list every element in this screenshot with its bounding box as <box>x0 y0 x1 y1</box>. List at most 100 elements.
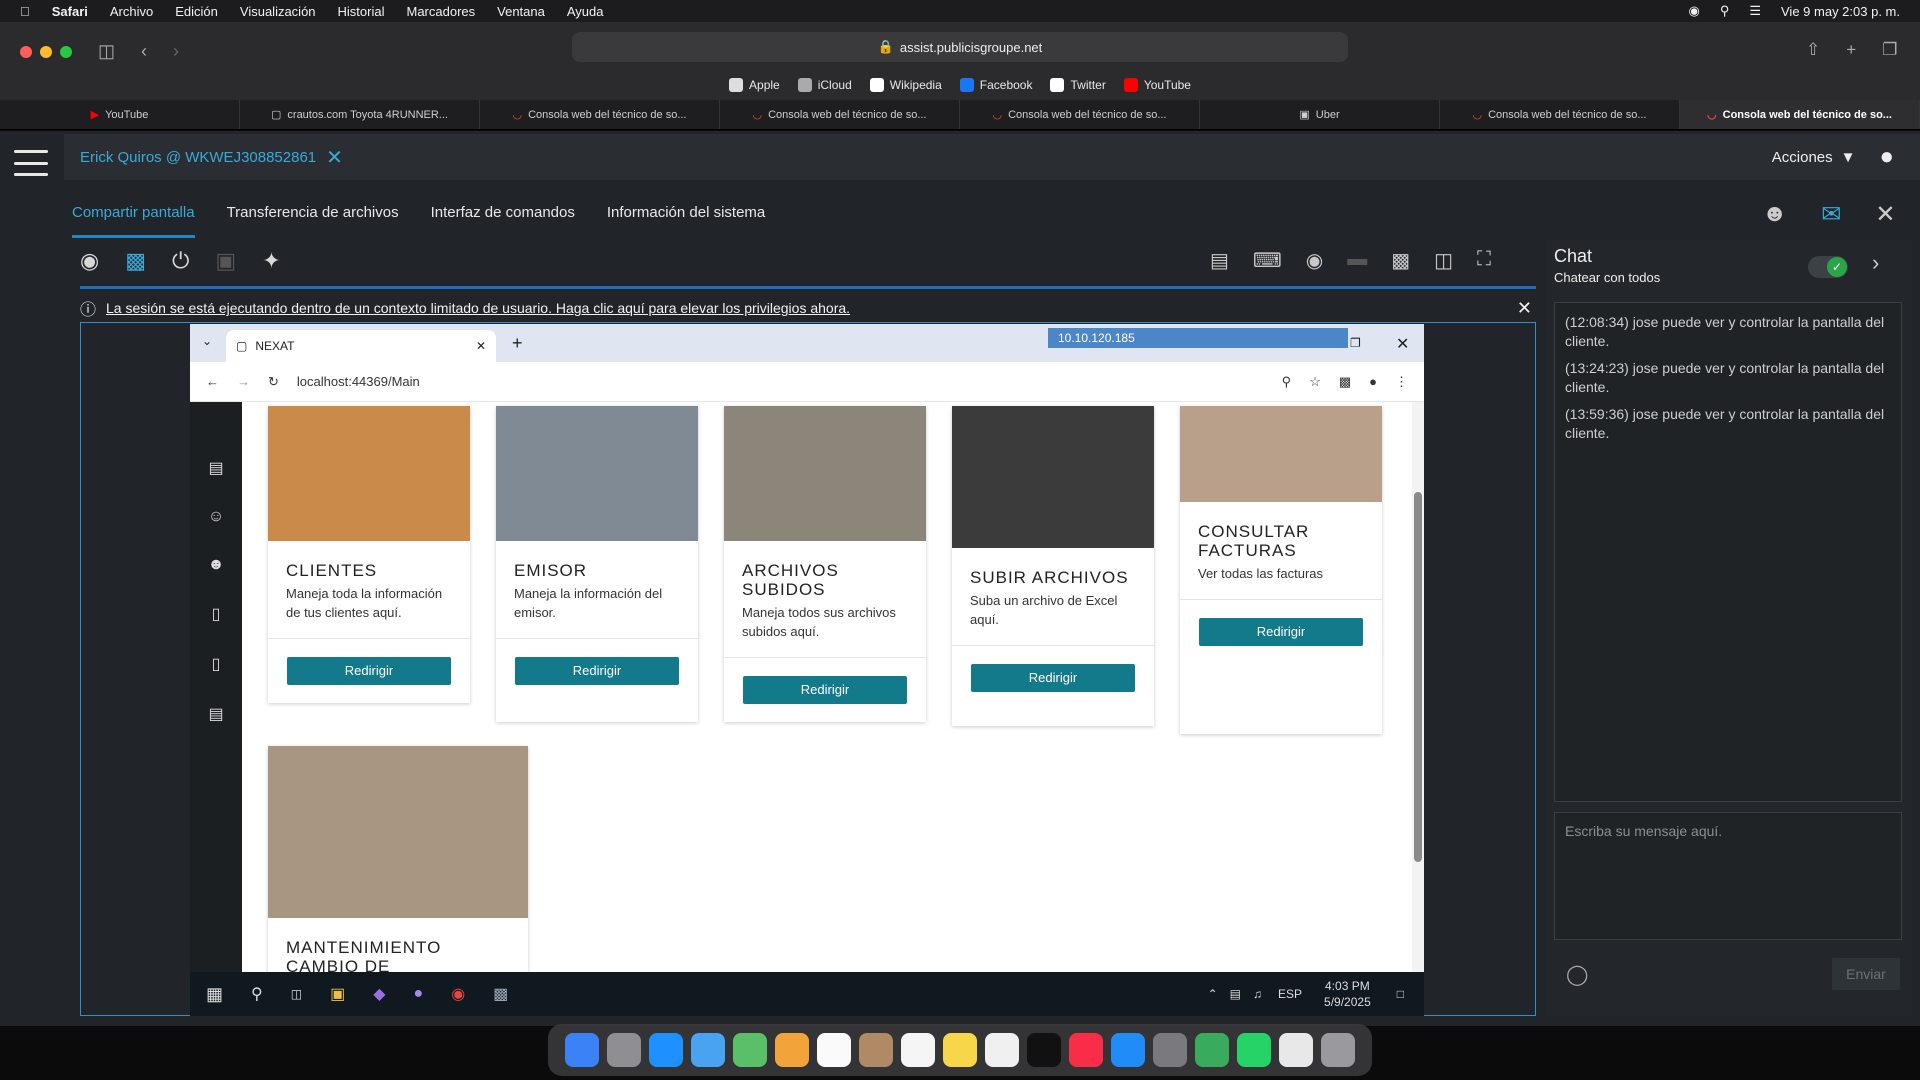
back-icon[interactable]: ‹ <box>141 41 147 62</box>
app-icon[interactable]: ▩ <box>493 984 508 1004</box>
user-account-icon[interactable]: ● <box>1880 143 1895 171</box>
adguard-icon[interactable] <box>1195 1033 1229 1067</box>
remote-url[interactable]: localhost:44369/Main <box>297 374 420 389</box>
favorite-apple[interactable]: Apple <box>729 78 780 92</box>
browser-tab[interactable]: ▶ YouTube <box>0 100 240 129</box>
file-upload-icon[interactable]: ▯ <box>212 654 221 674</box>
menu-archivo[interactable]: Archivo <box>110 4 153 19</box>
music-icon[interactable] <box>1069 1033 1103 1067</box>
session-title[interactable]: Erick Quiros @ WKWEJ308852861 <box>80 149 316 166</box>
windows-start-icon[interactable]: ▦ <box>206 984 223 1005</box>
forward-icon[interactable]: › <box>173 41 179 62</box>
more-menu-icon[interactable]: ⋮ <box>1395 374 1408 390</box>
notes-icon[interactable] <box>943 1033 977 1067</box>
menubar-clock[interactable]: Vie 9 may 2:03 p. m. <box>1781 4 1900 19</box>
close-panel-icon[interactable]: ✕ <box>1875 200 1895 229</box>
control-center-icon[interactable]: ☰ <box>1749 3 1761 19</box>
mail-icon[interactable] <box>691 1033 725 1067</box>
tab-compartir-pantalla[interactable]: Compartir pantalla <box>72 190 195 238</box>
dismiss-notice-icon[interactable]: ✕ <box>1517 298 1532 319</box>
power-icon[interactable]: ⏻ <box>172 248 189 274</box>
volume-icon[interactable]: ♫ <box>1253 987 1262 1001</box>
minimize-window-button[interactable] <box>40 46 52 58</box>
reload-icon[interactable]: ↻ <box>268 374 279 390</box>
maps-icon[interactable] <box>733 1033 767 1067</box>
menu-ayuda[interactable]: Ayuda <box>567 4 604 19</box>
launchpad-icon[interactable] <box>607 1033 641 1067</box>
calendar-icon[interactable] <box>817 1033 851 1067</box>
language-indicator[interactable]: ESP <box>1278 987 1302 1001</box>
remote-tab[interactable]: ▢ NEXAT ✕ <box>226 330 496 362</box>
participants-icon[interactable]: ☻ <box>1762 200 1787 229</box>
menu-historial[interactable]: Historial <box>338 4 385 19</box>
apple-icon[interactable]:  <box>20 4 30 19</box>
profile-avatar-icon[interactable]: ● <box>1369 374 1377 389</box>
menu-app-name[interactable]: Safari <box>52 4 88 19</box>
network-icon[interactable]: ▤ <box>1230 987 1241 1001</box>
close-tab-icon[interactable]: ✕ <box>476 339 486 353</box>
spotlight-icon[interactable]: ⚲ <box>1720 3 1730 19</box>
bookmark-star-icon[interactable]: ☆ <box>1309 374 1321 390</box>
tab-interfaz-comandos[interactable]: Interfaz de comandos <box>431 190 575 238</box>
tab-transferencia-archivos[interactable]: Transferencia de archivos <box>227 190 399 238</box>
notifications-icon[interactable]: □ <box>1397 987 1404 1001</box>
redirigir-button[interactable]: Redirigir <box>743 676 907 704</box>
menu-edicion[interactable]: Edición <box>175 4 218 19</box>
magic-wand-icon[interactable]: ✦ <box>262 248 280 274</box>
chat-toggle[interactable]: ✓ <box>1808 256 1848 278</box>
new-tab-icon[interactable]: + <box>512 333 523 354</box>
close-window-button[interactable] <box>20 46 32 58</box>
freeform-icon[interactable] <box>985 1033 1019 1067</box>
tab-informacion-sistema[interactable]: Información del sistema <box>607 190 765 238</box>
file-icon[interactable]: ▯ <box>212 604 221 624</box>
redirigir-button[interactable]: Redirigir <box>515 657 679 685</box>
browser-tab[interactable]: ▢ crautos.com Toyota 4RUNNER... <box>240 100 480 129</box>
mouse-control-icon[interactable]: ▩ <box>125 248 146 274</box>
reminders-icon[interactable] <box>901 1033 935 1067</box>
search-icon[interactable]: ⚲ <box>251 984 263 1004</box>
chrome-icon[interactable]: ◉ <box>451 984 465 1004</box>
file-explorer-icon[interactable]: ▣ <box>330 984 345 1004</box>
wifi-icon[interactable]: ◉ <box>1688 3 1699 19</box>
emoji-chat-icon[interactable]: ◯ <box>1566 962 1588 987</box>
share-icon[interactable]: ⇧ <box>1806 40 1820 60</box>
favorite-facebook[interactable]: Facebook <box>959 78 1032 92</box>
hamburger-menu-icon[interactable] <box>14 150 48 176</box>
browser-tab[interactable]: ◡ Consola web del técnico de so... <box>480 100 720 129</box>
elevate-icon[interactable]: ▣ <box>215 248 236 274</box>
visual-studio-icon[interactable]: ◆ <box>373 984 385 1004</box>
monitor-icon[interactable]: ▩ <box>1391 248 1410 273</box>
clipboard-icon[interactable]: ▤ <box>1210 248 1229 273</box>
sidebar-toggle-icon[interactable]: ◫ <box>98 41 115 62</box>
safari-icon[interactable] <box>649 1033 683 1067</box>
extensions-icon[interactable]: ▩ <box>1339 374 1351 390</box>
send-button[interactable]: Enviar <box>1832 958 1900 990</box>
scale-icon[interactable]: ◫ <box>1434 248 1453 273</box>
redirigir-button[interactable]: Redirigir <box>1199 618 1363 646</box>
zoom-window-button[interactable] <box>60 46 72 58</box>
chat-message-input[interactable]: Escriba su mensaje aquí. <box>1554 812 1902 940</box>
tray-chevron-icon[interactable]: ⌃ <box>1208 987 1218 1001</box>
camera-icon[interactable]: ◉ <box>1306 248 1323 273</box>
new-tab-icon[interactable]: + <box>1846 40 1856 60</box>
browser-tab[interactable]: ◡ Consola web del técnico de so... <box>960 100 1200 129</box>
favorite-youtube[interactable]: YouTube <box>1123 78 1191 92</box>
trash-icon[interactable] <box>1321 1033 1355 1067</box>
photos-icon[interactable] <box>775 1033 809 1067</box>
apple-tv-icon[interactable] <box>1027 1033 1061 1067</box>
document-icon[interactable] <box>1279 1033 1313 1067</box>
whatsapp-icon[interactable] <box>1237 1033 1271 1067</box>
system-settings-icon[interactable] <box>1153 1033 1187 1067</box>
browser-tab-active[interactable]: ◡ Consola web del técnico de so... <box>1680 100 1920 129</box>
tab-overview-icon[interactable]: ❐ <box>1882 40 1897 60</box>
forward-icon[interactable]: → <box>237 374 250 389</box>
favorite-wikipedia[interactable]: Wikipedia <box>869 78 942 92</box>
menu-marcadores[interactable]: Marcadores <box>407 4 476 19</box>
app-store-icon[interactable] <box>1111 1033 1145 1067</box>
restore-icon[interactable]: ❐ <box>1350 336 1361 350</box>
back-icon[interactable]: ← <box>206 374 219 389</box>
elevate-privileges-link[interactable]: La sesión se está ejecutando dentro de u… <box>106 300 850 316</box>
collapse-chat-icon[interactable]: › <box>1872 250 1879 276</box>
stop-icon[interactable]: ◉ <box>80 248 99 274</box>
invoice-icon[interactable]: ▤ <box>208 704 223 724</box>
